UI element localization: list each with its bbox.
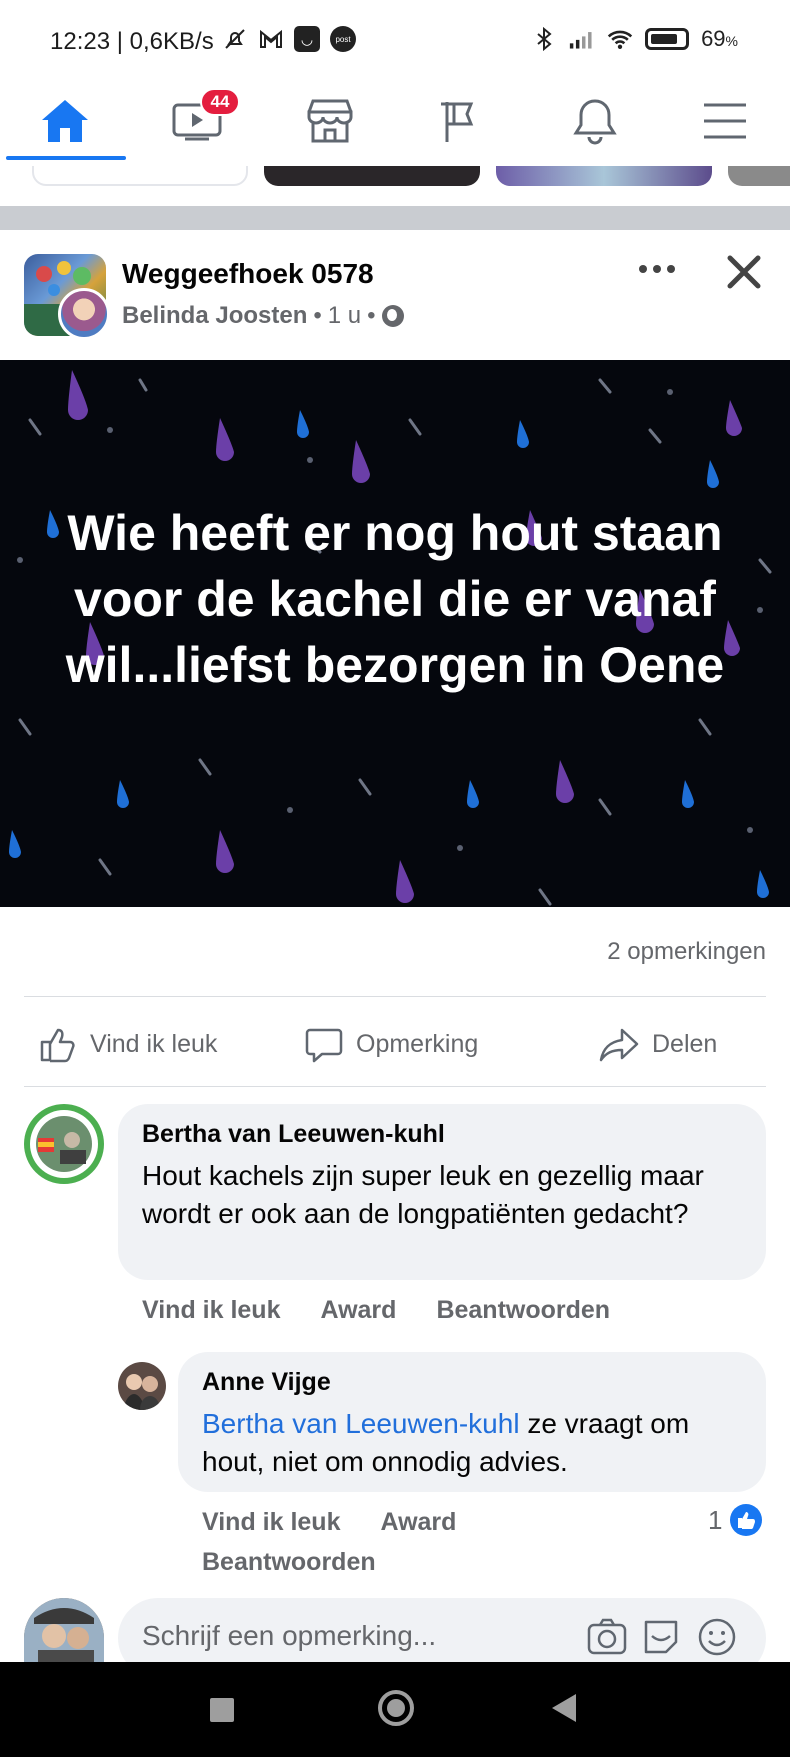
marketplace-icon <box>307 99 353 143</box>
post-header: Weggeefhoek 0578 Belinda Joosten • 1 u • <box>0 230 790 360</box>
comment-like-button[interactable]: Vind ik leuk <box>142 1296 280 1325</box>
reply-like-button[interactable]: Vind ik leuk <box>202 1508 340 1537</box>
reply-author[interactable]: Anne Vijge <box>202 1368 752 1397</box>
story-card[interactable] <box>728 166 790 186</box>
like-reaction-icon <box>730 1504 763 1536</box>
story-card[interactable] <box>264 166 480 186</box>
comment-text: Hout kachels zijn super leuk en gezellig… <box>142 1160 704 1229</box>
like-count-value: 1 <box>708 1504 723 1535</box>
divider <box>24 996 766 997</box>
nav-home[interactable] <box>30 90 100 152</box>
reply-like-count[interactable]: 1 <box>708 1504 763 1536</box>
status-bar: 12:23 | 0,6KB/s ◡ post 69% <box>0 0 790 80</box>
network-speed: 0,6KB/s <box>129 28 214 55</box>
reply-reply-button[interactable]: Beantwoorden <box>202 1548 376 1577</box>
home-icon <box>42 100 88 142</box>
like-label: Vind ik leuk <box>90 1029 218 1058</box>
sticker-icon[interactable] <box>640 1616 682 1658</box>
active-tab-indicator <box>6 156 126 160</box>
emoji-icon[interactable] <box>696 1616 738 1658</box>
notification-icons: ◡ post <box>222 26 356 52</box>
globe-icon <box>381 305 404 327</box>
signal-icon <box>569 26 595 52</box>
nav-notifications[interactable] <box>560 90 630 152</box>
comment-icon <box>305 1028 343 1063</box>
post-background[interactable]: Wie heeft er nog hout staan voor de kach… <box>0 360 790 907</box>
commenter-avatar[interactable] <box>118 1362 166 1410</box>
post-text: Wie heeft er nog hout staan voor de kach… <box>65 505 725 693</box>
comment-author[interactable]: Bertha van Leeuwen-kuhl <box>142 1120 752 1149</box>
comment-button[interactable]: Opmerking <box>304 1022 478 1066</box>
android-nav-bar <box>0 1662 790 1757</box>
reply-actions: Vind ik leuk Award <box>202 1508 456 1537</box>
story-card[interactable] <box>496 166 712 186</box>
reply-award-button[interactable]: Award <box>380 1508 456 1537</box>
wifi-icon <box>607 26 633 52</box>
share-button[interactable]: Delen <box>598 1022 717 1066</box>
comment-award-button[interactable]: Award <box>320 1296 396 1325</box>
author-avatar[interactable] <box>58 288 110 340</box>
camera-icon[interactable] <box>586 1616 628 1658</box>
menu-icon <box>704 103 746 139</box>
shop-icon: ◡ <box>294 26 320 52</box>
nav-video[interactable]: 44 <box>162 88 240 152</box>
reply-bubble: Anne Vijge Bertha van Leeuwen-kuhl ze vr… <box>178 1352 766 1492</box>
comment-bubble: Bertha van Leeuwen-kuhl Hout kachels zij… <box>118 1104 766 1280</box>
feed-separator <box>0 206 790 230</box>
system-icons: 69% <box>531 26 738 52</box>
share-label: Delen <box>652 1029 718 1058</box>
bell-icon <box>573 99 617 145</box>
battery-icon <box>645 28 690 50</box>
like-button[interactable]: Vind ik leuk <box>38 1022 217 1066</box>
my-avatar[interactable] <box>24 1598 104 1662</box>
thumbs-up-icon <box>40 1028 75 1063</box>
meta-separator: • <box>313 302 322 329</box>
group-name[interactable]: Weggeefhoek 0578 <box>122 258 374 290</box>
back-button[interactable] <box>552 1694 576 1722</box>
nav-marketplace[interactable] <box>295 90 365 152</box>
hide-post-button[interactable] <box>724 252 774 302</box>
recents-button[interactable] <box>210 1698 234 1722</box>
comment-reply-button[interactable]: Beantwoorden <box>436 1296 610 1325</box>
post-options-button[interactable] <box>632 254 682 294</box>
comment-actions: Vind ik leuk Award Beantwoorden <box>142 1296 610 1325</box>
top-nav: 44 <box>0 80 790 166</box>
reply-text: Bertha van Leeuwen-kuhl ze vraagt om hou… <box>202 1405 752 1481</box>
post-time[interactable]: 1 u <box>328 302 361 330</box>
comment-count[interactable]: 2 opmerkingen <box>607 938 766 966</box>
reply-actions-2: Beantwoorden <box>202 1548 376 1577</box>
mention-link[interactable]: Bertha van Leeuwen-kuhl <box>202 1408 520 1439</box>
story-card[interactable] <box>32 166 248 186</box>
divider <box>24 1086 766 1087</box>
battery-percent: 69% <box>701 26 738 51</box>
post-meta: Belinda Joosten • 1 u • <box>122 302 404 330</box>
share-icon <box>599 1028 639 1062</box>
commenter-avatar[interactable] <box>24 1104 104 1184</box>
status-time: 12:23 <box>50 28 111 55</box>
comment-placeholder: Schrijf een opmerking... <box>142 1620 437 1651</box>
meta-separator: • <box>367 302 376 329</box>
home-button[interactable] <box>378 1690 414 1726</box>
more-icon <box>639 265 675 273</box>
stories-strip[interactable] <box>0 166 790 186</box>
silent-icon <box>222 26 248 52</box>
post-author[interactable]: Belinda Joosten <box>122 302 307 330</box>
status-time-speed: 12:23 | 0,6KB/s <box>50 28 214 55</box>
video-badge: 44 <box>200 88 240 116</box>
comment-label: Opmerking <box>356 1029 479 1058</box>
nav-pages[interactable] <box>427 90 497 152</box>
close-icon <box>727 255 761 289</box>
bluetooth-icon <box>531 26 557 52</box>
flag-icon <box>441 102 474 142</box>
postnl-icon: post <box>330 26 356 52</box>
nav-menu[interactable] <box>690 90 760 152</box>
gmail-icon <box>258 26 284 52</box>
